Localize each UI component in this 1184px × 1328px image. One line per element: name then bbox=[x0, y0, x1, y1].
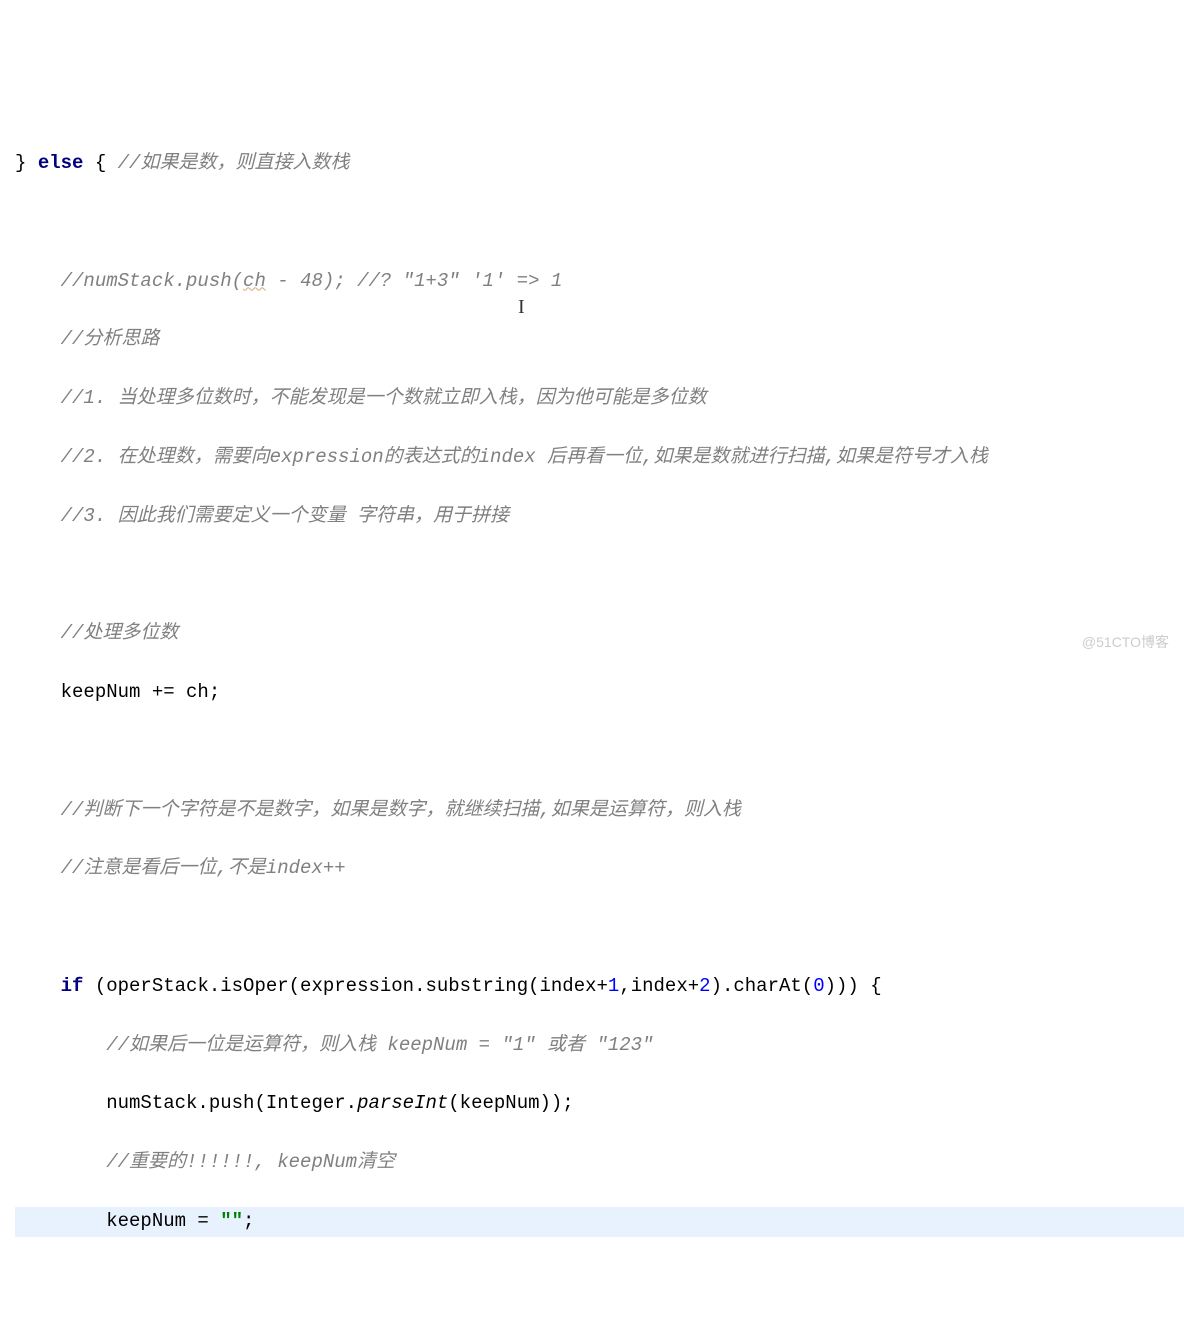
code-line bbox=[15, 737, 1184, 766]
keyword-if: if bbox=[61, 975, 84, 997]
text: (keepNum)); bbox=[448, 1092, 573, 1114]
text: ; bbox=[243, 1210, 254, 1232]
keyword-else: else bbox=[38, 152, 84, 174]
code-line bbox=[15, 208, 1184, 237]
number-literal: 0 bbox=[813, 975, 824, 997]
code-line: if (operStack.isOper(expression.substrin… bbox=[15, 972, 1184, 1001]
code-line: //2. 在处理数，需要向expression的表达式的index 后再看一位,… bbox=[15, 443, 1184, 472]
text: ).charAt( bbox=[711, 975, 814, 997]
code-line: //3. 因此我们需要定义一个变量 字符串，用于拼接 bbox=[15, 502, 1184, 531]
comment-squiggle: ch bbox=[243, 270, 266, 292]
code-line bbox=[15, 561, 1184, 590]
comment: //如果后一位是运算符，则入栈 keepNum = "1" 或者 "123" bbox=[15, 1034, 653, 1056]
comment: //分析思路 bbox=[15, 328, 159, 350]
code-line bbox=[15, 913, 1184, 942]
text bbox=[15, 975, 61, 997]
code-line bbox=[15, 1266, 1184, 1295]
text: keepNum = bbox=[15, 1210, 220, 1232]
watermark-text: @51CTO博客 bbox=[1082, 632, 1169, 654]
code-line: //分析思路 bbox=[15, 325, 1184, 354]
code-line: //1. 当处理多位数时，不能发现是一个数就立即入栈，因为他可能是多位数 bbox=[15, 384, 1184, 413]
code-line: //如果后一位是运算符，则入栈 keepNum = "1" 或者 "123" bbox=[15, 1031, 1184, 1060]
comment: //处理多位数 bbox=[15, 622, 178, 644]
code-editor-viewport[interactable]: } else { //如果是数，则直接入数栈 //numStack.push(c… bbox=[0, 118, 1184, 1328]
code-line: //重要的!!!!!!, keepNum清空 bbox=[15, 1148, 1184, 1177]
string-literal: "" bbox=[220, 1210, 243, 1232]
code-text: keepNum += ch; bbox=[15, 681, 220, 703]
text-cursor-icon: I bbox=[518, 292, 519, 314]
text: { bbox=[83, 152, 117, 174]
comment: - 48); //? "1+3" '1' => 1 bbox=[266, 270, 562, 292]
comment: //1. 当处理多位数时，不能发现是一个数就立即入栈，因为他可能是多位数 bbox=[15, 387, 707, 409]
code-line: numStack.push(Integer.parseInt(keepNum))… bbox=[15, 1089, 1184, 1118]
comment: //3. 因此我们需要定义一个变量 字符串，用于拼接 bbox=[15, 505, 509, 527]
code-line: //处理多位数 bbox=[15, 619, 1184, 648]
code-line-highlighted: keepNum = ""; bbox=[15, 1207, 1184, 1236]
text: (operStack.isOper(expression.substring(i… bbox=[83, 975, 608, 997]
text: } bbox=[15, 152, 38, 174]
method-name: parseInt bbox=[357, 1092, 448, 1114]
comment: //重要的!!!!!!, keepNum清空 bbox=[15, 1151, 395, 1173]
comment: //如果是数，则直接入数栈 bbox=[118, 152, 350, 174]
code-line: //判断下一个字符是不是数字，如果是数字，就继续扫描,如果是运算符，则入栈 bbox=[15, 796, 1184, 825]
number-literal: 2 bbox=[699, 975, 710, 997]
code-line: //注意是看后一位,不是index++ bbox=[15, 854, 1184, 883]
comment: //判断下一个字符是不是数字，如果是数字，就继续扫描,如果是运算符，则入栈 bbox=[15, 799, 741, 821]
code-line: } bbox=[15, 1325, 1184, 1328]
comment: //numStack.push( bbox=[15, 270, 243, 292]
comment: //2. 在处理数，需要向expression的表达式的index 后再看一位,… bbox=[15, 446, 988, 468]
code-line: //numStack.push(ch - 48); //? "1+3" '1' … bbox=[15, 267, 1184, 296]
number-literal: 1 bbox=[608, 975, 619, 997]
code-line: } else { //如果是数，则直接入数栈 bbox=[15, 149, 1184, 178]
text: ,index+ bbox=[619, 975, 699, 997]
text: ))) { bbox=[825, 975, 882, 997]
text: numStack.push(Integer. bbox=[15, 1092, 357, 1114]
comment: //注意是看后一位,不是index++ bbox=[15, 857, 346, 879]
code-line: keepNum += ch; bbox=[15, 678, 1184, 707]
